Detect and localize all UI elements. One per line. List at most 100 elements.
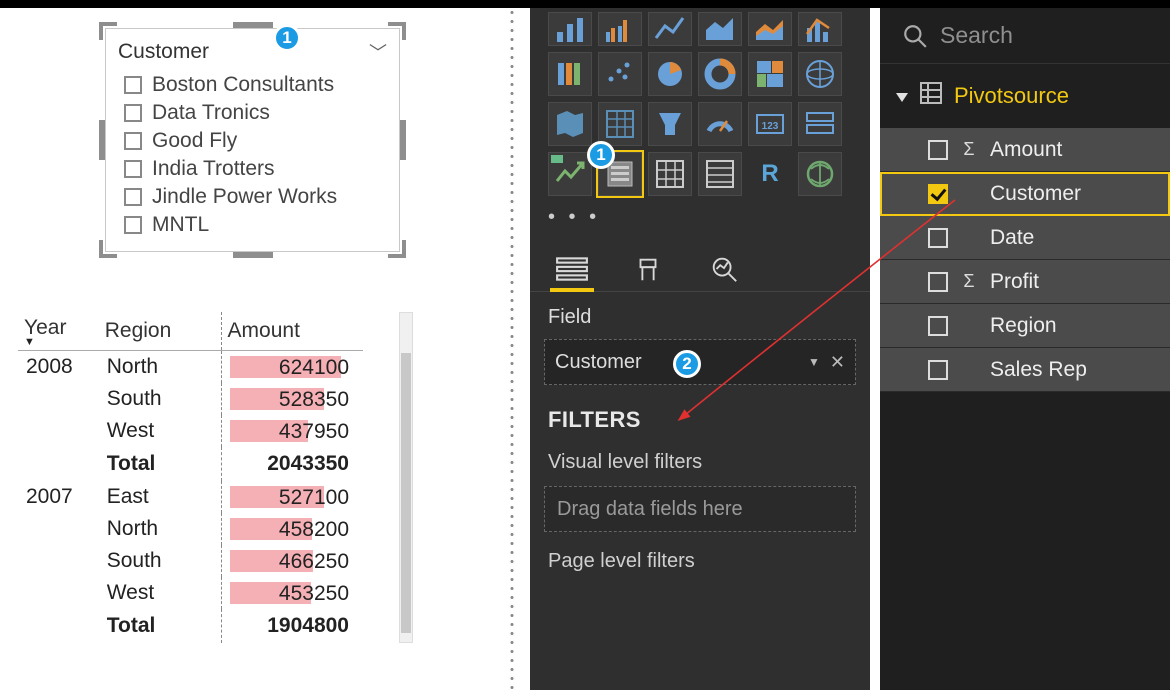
table-name-label: Pivotsource: [954, 83, 1069, 109]
arcgis-map-icon[interactable]: [798, 152, 842, 196]
matrix-viz-icon[interactable]: [598, 102, 642, 146]
table-row: North458200: [18, 513, 363, 545]
table-icon: [920, 82, 942, 110]
table-viz-icon[interactable]: [648, 152, 692, 196]
expand-triangle-icon[interactable]: [896, 93, 908, 102]
table-row: 2007East527100: [18, 481, 363, 513]
table-row: 2008North624100: [18, 351, 363, 384]
slicer-item[interactable]: Boston Consultants: [118, 71, 387, 99]
chevron-down-icon[interactable]: ﹀: [369, 39, 387, 65]
matrix2-viz-icon[interactable]: [698, 152, 742, 196]
slicer-item-label: India Trotters: [152, 157, 275, 181]
table-row: West453250: [18, 577, 363, 609]
slicer-viz-icon[interactable]: 1: [598, 152, 642, 196]
field-checkbox[interactable]: [928, 140, 948, 160]
field-item-customer[interactable]: Customer: [880, 172, 1170, 216]
field-label: Sales Rep: [990, 358, 1087, 382]
slicer-box[interactable]: Customer ﹀ Boston Consultants Data Tronic…: [105, 28, 400, 252]
sort-indicator-icon: ▼: [24, 338, 93, 346]
slicer-item[interactable]: MNTL: [118, 211, 387, 239]
scrollbar-thumb[interactable]: [401, 353, 411, 633]
field-item-profit[interactable]: Σ Profit: [880, 260, 1170, 304]
fieldwell-remove-icon[interactable]: ✕: [830, 352, 845, 373]
data-table-visual[interactable]: Year ▼ Region Amount 2008North624100Sout…: [18, 312, 398, 643]
card-viz-icon[interactable]: 123: [748, 102, 792, 146]
table-row: South466250: [18, 545, 363, 577]
donut-chart-icon[interactable]: [698, 52, 742, 96]
field-checkbox[interactable]: [928, 228, 948, 248]
top-black-bar: [0, 0, 1170, 8]
fields-panel: Search Pivotsource ΣAmount Customer Date…: [880, 8, 1170, 690]
col-region-header[interactable]: Region: [99, 312, 221, 351]
field-checkbox[interactable]: [928, 184, 948, 204]
fields-search[interactable]: Search: [880, 8, 1170, 64]
field-well-customer[interactable]: Customer 2 ▼ ✕: [544, 339, 856, 385]
table-row: South528350: [18, 383, 363, 415]
col-year-header[interactable]: Year ▼: [18, 312, 99, 351]
checkbox-icon[interactable]: [124, 160, 142, 178]
scatter-chart-icon[interactable]: [598, 52, 642, 96]
checkbox-icon[interactable]: [124, 216, 142, 234]
checkbox-icon[interactable]: [124, 76, 142, 94]
slicer-item-label: Boston Consultants: [152, 73, 334, 97]
fieldwell-dropdown-icon[interactable]: ▼: [808, 355, 820, 369]
field-item-sales-rep[interactable]: Sales Rep: [880, 348, 1170, 392]
filled-map-icon[interactable]: [798, 52, 842, 96]
field-item-date[interactable]: Date: [880, 216, 1170, 260]
shape-map-icon[interactable]: [548, 102, 592, 146]
field-checkbox[interactable]: [928, 272, 948, 292]
ribbon-chart-icon[interactable]: [548, 52, 592, 96]
checkbox-icon[interactable]: [124, 188, 142, 206]
checkbox-icon[interactable]: [124, 104, 142, 122]
format-tab[interactable]: [624, 247, 672, 291]
treemap-icon[interactable]: [748, 52, 792, 96]
panel-divider: [510, 8, 514, 690]
analytics-tab[interactable]: [700, 247, 748, 291]
line-chart-icon[interactable]: [648, 12, 692, 46]
col-amount-header[interactable]: Amount: [221, 312, 363, 351]
slicer-visual[interactable]: 1 Customer ﹀ Boston ConsultantsData Tron…: [105, 28, 400, 252]
table-header-row[interactable]: Year ▼ Region Amount: [18, 312, 363, 351]
annotation-badge-1: 1: [273, 24, 301, 52]
search-placeholder: Search: [940, 22, 1013, 49]
pie-chart-icon[interactable]: [648, 52, 692, 96]
more-visuals-ellipsis[interactable]: • • •: [530, 202, 870, 235]
slicer-item-label: Data Tronics: [152, 101, 270, 125]
stacked-bar-icon[interactable]: [548, 12, 592, 46]
area-chart-icon[interactable]: [698, 12, 742, 46]
slicer-item[interactable]: Data Tronics: [118, 99, 387, 127]
field-checkbox[interactable]: [928, 316, 948, 336]
filters-heading: FILTERS: [530, 385, 870, 441]
multi-card-icon[interactable]: [798, 102, 842, 146]
slicer-item-label: Good Fly: [152, 129, 237, 153]
table-row: Total2043350: [18, 447, 363, 481]
annotation-badge-2: 2: [673, 350, 701, 378]
field-label: Region: [990, 314, 1057, 338]
sigma-icon: Σ: [960, 271, 978, 292]
clustered-bar-icon[interactable]: [598, 12, 642, 46]
slicer-item[interactable]: Good Fly: [118, 127, 387, 155]
funnel-chart-icon[interactable]: [648, 102, 692, 146]
slicer-item[interactable]: Jindle Power Works: [118, 183, 387, 211]
r-visual-icon[interactable]: R: [748, 152, 792, 196]
fields-tab[interactable]: [548, 247, 596, 291]
visual-filters-dropzone[interactable]: Drag data fields here: [544, 486, 856, 532]
checkbox-icon[interactable]: [124, 132, 142, 150]
gauge-viz-icon[interactable]: [698, 102, 742, 146]
sigma-icon: Σ: [960, 139, 978, 160]
field-label: Profit: [990, 270, 1039, 294]
kpi-viz-icon[interactable]: [548, 152, 592, 196]
combo-chart-icon[interactable]: [798, 12, 842, 46]
slicer-item[interactable]: India Trotters: [118, 155, 387, 183]
slicer-item-label: Jindle Power Works: [152, 185, 337, 209]
field-item-amount[interactable]: ΣAmount: [880, 128, 1170, 172]
table-row: Total1904800: [18, 609, 363, 643]
slicer-header[interactable]: Customer ﹀: [118, 39, 387, 65]
field-section-label: Field: [530, 292, 870, 339]
stacked-area-icon[interactable]: [748, 12, 792, 46]
slicer-selection-handles[interactable]: Customer ﹀ Boston Consultants Data Tronic…: [105, 28, 400, 252]
field-item-region[interactable]: Region: [880, 304, 1170, 348]
table-node-pivotsource[interactable]: Pivotsource: [880, 64, 1170, 128]
vertical-scrollbar[interactable]: [399, 312, 413, 643]
field-checkbox[interactable]: [928, 360, 948, 380]
